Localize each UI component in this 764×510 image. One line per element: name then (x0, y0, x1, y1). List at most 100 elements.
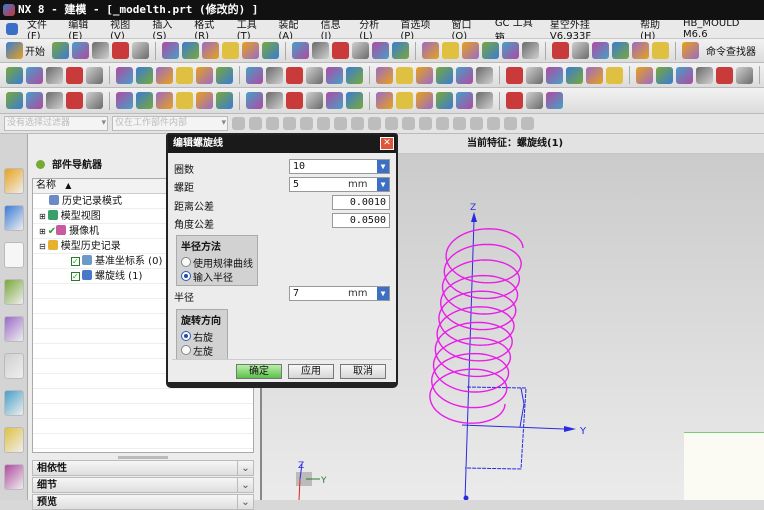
toolbar-tool-icon[interactable] (416, 92, 433, 109)
dropdown-arrow-icon[interactable]: ▼ (377, 160, 389, 173)
distance-tolerance-field[interactable]: 0.0010 (332, 195, 390, 210)
cancel-button[interactable]: 取消 (340, 364, 386, 379)
toolbar-tool-icon[interactable] (612, 42, 629, 59)
selection-tool-icon[interactable] (249, 117, 262, 130)
toolbar-tool-icon[interactable] (636, 66, 653, 84)
ok-button[interactable]: 确定 (236, 364, 282, 379)
toolbar-tool-icon[interactable] (682, 42, 699, 59)
toolbar-tool-icon[interactable] (392, 42, 409, 59)
selection-tool-icon[interactable] (402, 117, 415, 130)
expand-toggle-icon[interactable]: ⊞ (39, 227, 46, 236)
toolbar-tool-icon[interactable] (92, 42, 109, 59)
command-finder-button[interactable]: 命令查找器 (706, 43, 756, 58)
toolbar-tool-icon[interactable] (456, 66, 473, 84)
toolbar-tool-icon[interactable] (72, 42, 89, 59)
chevron-down-icon[interactable]: ⌄ (237, 461, 253, 475)
checkbox-checked-icon[interactable]: ✓ (71, 257, 80, 266)
selection-tool-icon[interactable] (283, 117, 296, 130)
toolbar-tool-icon[interactable] (462, 42, 479, 59)
toolbar-tool-icon[interactable] (476, 66, 493, 84)
toolbar-tool-icon[interactable] (396, 66, 413, 84)
helix-curve[interactable] (429, 228, 524, 424)
toolbar-tool-icon[interactable] (86, 66, 103, 84)
expand-toggle-icon[interactable]: ⊞ (39, 212, 46, 221)
toolbar-tool-icon[interactable] (26, 66, 43, 84)
toolbar-tool-icon[interactable] (202, 42, 219, 59)
toolbar-tool-icon[interactable] (506, 92, 523, 109)
toolbar-tool-icon[interactable] (326, 66, 343, 84)
toolbar-tool-icon[interactable] (216, 92, 233, 109)
right-hand-radio[interactable]: 右旋 (181, 329, 223, 344)
selection-tool-icon[interactable] (436, 117, 449, 130)
toolbar-tool-icon[interactable] (246, 92, 263, 109)
toolbar-tool-icon[interactable] (502, 42, 519, 59)
navigator-section-panel[interactable]: 相依性 ⌄ (32, 460, 254, 476)
toolbar-tool-icon[interactable] (246, 66, 263, 84)
toolbar-tool-icon[interactable] (176, 66, 193, 84)
left-hand-radio[interactable]: 左旋 (181, 343, 223, 358)
toolbar-tool-icon[interactable] (736, 66, 753, 84)
toolbar-tool-icon[interactable] (6, 66, 23, 84)
toolbar-tool-icon[interactable] (442, 42, 459, 59)
toolbar-tool-icon[interactable] (552, 42, 569, 59)
chevron-down-icon[interactable]: ⌄ (237, 478, 253, 492)
toolbar-tool-icon[interactable] (262, 42, 279, 59)
navigator-section-panel[interactable]: 细节 ⌄ (32, 477, 254, 493)
toolbar-tool-icon[interactable] (242, 42, 259, 59)
toolbar-tool-icon[interactable] (176, 92, 193, 109)
toolbar-tool-icon[interactable] (716, 66, 733, 84)
toolbar-tool-icon[interactable] (46, 66, 63, 84)
chevron-down-icon[interactable]: ⌄ (237, 495, 253, 509)
toolbar-tool-icon[interactable] (592, 42, 609, 59)
toolbar-tool-icon[interactable] (156, 66, 173, 84)
toolbar-tool-icon[interactable] (86, 92, 103, 109)
start-button[interactable]: 开始 (6, 42, 45, 59)
constraint-navigator-icon[interactable] (4, 205, 24, 231)
toolbar-tool-icon[interactable] (222, 42, 239, 59)
toolbar-tool-icon[interactable] (376, 66, 393, 84)
pitch-field[interactable]: 5 mm ▼ (289, 177, 390, 192)
toolbar-tool-icon[interactable] (132, 42, 149, 59)
part-navigator-icon[interactable] (4, 242, 24, 268)
system-materials-icon[interactable] (4, 427, 24, 453)
toolbar-tool-icon[interactable] (422, 42, 439, 59)
toolbar-tool-icon[interactable] (66, 92, 83, 109)
toolbar-tool-icon[interactable] (346, 66, 363, 84)
radius-field[interactable]: 7 mm ▼ (289, 286, 390, 301)
angle-tolerance-field[interactable]: 0.0500 (332, 213, 390, 228)
toolbar-tool-icon[interactable] (136, 92, 153, 109)
navigator-section-panel[interactable]: 预览 ⌄ (32, 494, 254, 510)
toolbar-tool-icon[interactable] (306, 92, 323, 109)
toolbar-tool-icon[interactable] (522, 42, 539, 59)
splitter-handle[interactable] (118, 456, 168, 459)
toolbar-tool-icon[interactable] (266, 66, 283, 84)
selection-tool-icon[interactable] (232, 117, 245, 130)
assembly-navigator-icon[interactable] (4, 168, 24, 194)
toolbar-tool-icon[interactable] (46, 92, 63, 109)
scope-select[interactable]: 仅在工作部件内部 (112, 116, 228, 131)
selection-tool-icon[interactable] (419, 117, 432, 130)
toolbar-tool-icon[interactable] (326, 92, 343, 109)
toolbar-tool-icon[interactable] (26, 92, 43, 109)
reuse-library-icon[interactable] (4, 279, 24, 305)
toolbar-tool-icon[interactable] (66, 66, 83, 84)
selection-tool-icon[interactable] (521, 117, 534, 130)
selection-tool-icon[interactable] (300, 117, 313, 130)
radius-method-input-radio[interactable]: 输入半径 (181, 269, 253, 284)
toolbar-tool-icon[interactable] (482, 42, 499, 59)
selection-tool-icon[interactable] (504, 117, 517, 130)
selection-tool-icon[interactable] (368, 117, 381, 130)
close-icon[interactable]: ✕ (380, 137, 394, 150)
toolbar-tool-icon[interactable] (116, 92, 133, 109)
toolbar-tool-icon[interactable] (312, 42, 329, 59)
toolbar-tool-icon[interactable] (292, 42, 309, 59)
toolbar-tool-icon[interactable] (676, 66, 693, 84)
turns-field[interactable]: 10 ▼ (289, 159, 390, 174)
toolbar-tool-icon[interactable] (456, 92, 473, 109)
selection-tool-icon[interactable] (317, 117, 330, 130)
hd3d-tools-icon[interactable] (4, 316, 24, 342)
toolbar-tool-icon[interactable] (6, 92, 23, 109)
dropdown-arrow-icon[interactable]: ▼ (377, 287, 389, 300)
toolbar-tool-icon[interactable] (116, 66, 133, 84)
toolbar-tool-icon[interactable] (182, 42, 199, 59)
